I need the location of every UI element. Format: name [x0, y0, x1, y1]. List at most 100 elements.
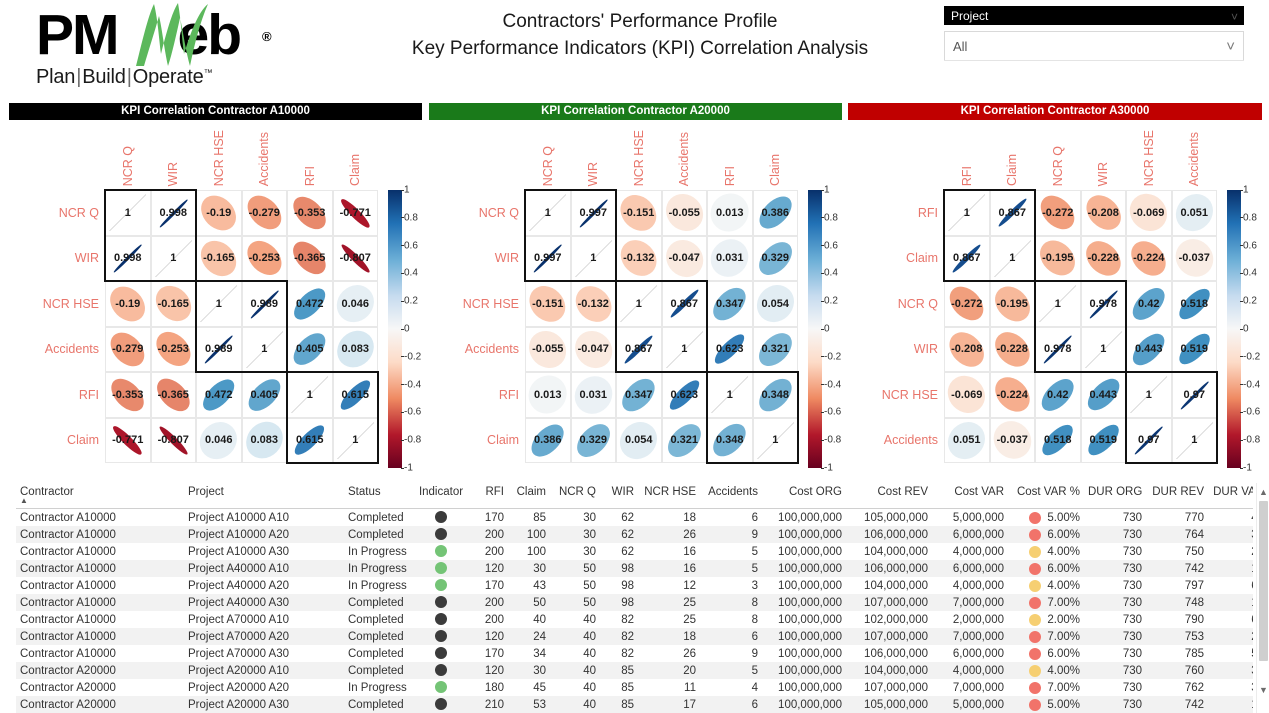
matrix-cell[interactable]: -0.279 [241, 190, 287, 236]
matrix-cell[interactable]: 1 [989, 235, 1035, 281]
matrix-cell[interactable]: 0.615 [332, 372, 378, 418]
matrix-cell[interactable]: 0.329 [752, 235, 798, 281]
matrix-cell[interactable]: -0.069 [1126, 190, 1172, 236]
matrix-cell[interactable]: 0.867 [944, 235, 990, 281]
matrix-cell[interactable]: 1 [661, 326, 707, 372]
matrix-cell[interactable]: -0.165 [196, 235, 242, 281]
matrix-cell[interactable]: 0.867 [989, 190, 1035, 236]
matrix-cell[interactable]: 0.013 [707, 190, 753, 236]
matrix-cell[interactable]: 1 [944, 190, 990, 236]
matrix-cell[interactable]: 1 [570, 235, 616, 281]
column-header-ncr-q[interactable]: NCR Q [550, 483, 600, 509]
matrix-cell[interactable]: 0.978 [1080, 281, 1126, 327]
matrix-cell[interactable]: 1 [1171, 417, 1217, 463]
matrix-cell[interactable]: -0.771 [332, 190, 378, 236]
matrix-cell[interactable]: -0.19 [105, 281, 151, 327]
matrix-cell[interactable]: 0.386 [752, 190, 798, 236]
matrix-cell[interactable]: 1 [616, 281, 662, 327]
matrix-cell[interactable]: -0.365 [287, 235, 333, 281]
matrix-cell[interactable]: 0.867 [661, 281, 707, 327]
column-header-cost-rev[interactable]: Cost REV [846, 483, 932, 509]
matrix-cell[interactable]: -0.365 [150, 372, 196, 418]
matrix-cell[interactable]: 0.989 [196, 326, 242, 372]
matrix-cell[interactable]: -0.807 [332, 235, 378, 281]
column-header-cost-org[interactable]: Cost ORG [762, 483, 846, 509]
matrix-cell[interactable]: 1 [150, 235, 196, 281]
matrix-cell[interactable]: -0.279 [105, 326, 151, 372]
matrix-cell[interactable]: -0.771 [105, 417, 151, 463]
matrix-cell[interactable]: 0.443 [1126, 326, 1172, 372]
column-header-cost-var[interactable]: Cost VAR [932, 483, 1008, 509]
matrix-cell[interactable]: -0.228 [1080, 235, 1126, 281]
column-header-rfi[interactable]: RFI [472, 483, 508, 509]
matrix-cell[interactable]: -0.165 [150, 281, 196, 327]
matrix-cell[interactable]: -0.224 [989, 372, 1035, 418]
matrix-cell[interactable]: -0.195 [989, 281, 1035, 327]
matrix-cell[interactable]: 0.997 [525, 235, 571, 281]
matrix-cell[interactable]: -0.353 [287, 190, 333, 236]
matrix-cell[interactable]: 0.405 [287, 326, 333, 372]
column-header-dur-rev[interactable]: DUR REV [1146, 483, 1208, 509]
matrix-cell[interactable]: 0.348 [707, 417, 753, 463]
matrix-cell[interactable]: 0.97 [1171, 372, 1217, 418]
matrix-cell[interactable]: 1 [287, 372, 333, 418]
matrix-cell[interactable]: 0.051 [944, 417, 990, 463]
matrix-cell[interactable]: 0.978 [1035, 326, 1081, 372]
matrix-cell[interactable]: -0.224 [1126, 235, 1172, 281]
matrix-cell[interactable]: 0.405 [241, 372, 287, 418]
matrix-cell[interactable]: 0.051 [1171, 190, 1217, 236]
matrix-cell[interactable]: 0.97 [1126, 417, 1172, 463]
table-row[interactable]: Contractor A10000 Project A70000 A10 Compl… [16, 611, 1253, 628]
matrix-cell[interactable]: 1 [196, 281, 242, 327]
matrix-cell[interactable]: 1 [1126, 372, 1172, 418]
matrix-cell[interactable]: -0.272 [944, 281, 990, 327]
matrix-cell[interactable]: -0.208 [1080, 190, 1126, 236]
matrix-cell[interactable]: 0.989 [241, 281, 287, 327]
matrix-cell[interactable]: 1 [1080, 326, 1126, 372]
matrix-cell[interactable]: 0.519 [1171, 326, 1217, 372]
table-row[interactable]: Contractor A10000 Project A40000 A10 In Pr… [16, 560, 1253, 577]
matrix-cell[interactable]: 0.329 [570, 417, 616, 463]
column-header-indicator[interactable]: Indicator [410, 483, 472, 509]
matrix-cell[interactable]: 0.386 [525, 417, 571, 463]
matrix-cell[interactable]: 0.348 [752, 372, 798, 418]
table-row[interactable]: Contractor A10000 Project A10000 A30 In Pr… [16, 543, 1253, 560]
matrix-cell[interactable]: -0.253 [241, 235, 287, 281]
matrix-cell[interactable]: -0.353 [105, 372, 151, 418]
matrix-cell[interactable]: -0.055 [661, 190, 707, 236]
matrix-cell[interactable]: 0.046 [332, 281, 378, 327]
matrix-cell[interactable]: 0.054 [616, 417, 662, 463]
matrix-cell[interactable]: 0.347 [616, 372, 662, 418]
table-row[interactable]: Contractor A20000 Project A20000 A20 In Pr… [16, 679, 1253, 696]
matrix-cell[interactable]: 0.518 [1035, 417, 1081, 463]
column-header-claim[interactable]: Claim [508, 483, 550, 509]
matrix-cell[interactable]: 0.42 [1035, 372, 1081, 418]
column-header-project[interactable]: Project [184, 483, 344, 509]
column-header-wir[interactable]: WIR [600, 483, 638, 509]
matrix-cell[interactable]: 0.472 [196, 372, 242, 418]
matrix-cell[interactable]: 0.054 [752, 281, 798, 327]
column-header-dur-org[interactable]: DUR ORG [1084, 483, 1146, 509]
matrix-cell[interactable]: -0.228 [989, 326, 1035, 372]
column-header-contractor[interactable]: Contractor ▲ [16, 483, 184, 509]
matrix-cell[interactable]: -0.807 [150, 417, 196, 463]
matrix-cell[interactable]: 0.519 [1080, 417, 1126, 463]
column-header-cost-var[interactable]: Cost VAR % [1008, 483, 1084, 509]
matrix-cell[interactable]: 0.997 [570, 190, 616, 236]
matrix-cell[interactable]: -0.037 [989, 417, 1035, 463]
table-row[interactable]: Contractor A10000 Project A70000 A20 Compl… [16, 628, 1253, 645]
matrix-cell[interactable]: -0.151 [525, 281, 571, 327]
matrix-cell[interactable]: 1 [105, 190, 151, 236]
matrix-cell[interactable]: 1 [332, 417, 378, 463]
matrix-cell[interactable]: 0.623 [661, 372, 707, 418]
matrix-cell[interactable]: 0.321 [661, 417, 707, 463]
matrix-cell[interactable]: -0.047 [570, 326, 616, 372]
matrix-cell[interactable]: 0.031 [570, 372, 616, 418]
project-select[interactable]: All ˅ [944, 31, 1244, 61]
table-row[interactable]: Contractor A10000 Project A10000 A10 Compl… [16, 509, 1253, 527]
matrix-cell[interactable]: -0.195 [1035, 235, 1081, 281]
matrix-cell[interactable]: -0.208 [944, 326, 990, 372]
table-scrollbar[interactable]: ▲ ▼ [1256, 483, 1269, 713]
matrix-cell[interactable]: 0.998 [105, 235, 151, 281]
matrix-cell[interactable]: 0.013 [525, 372, 571, 418]
